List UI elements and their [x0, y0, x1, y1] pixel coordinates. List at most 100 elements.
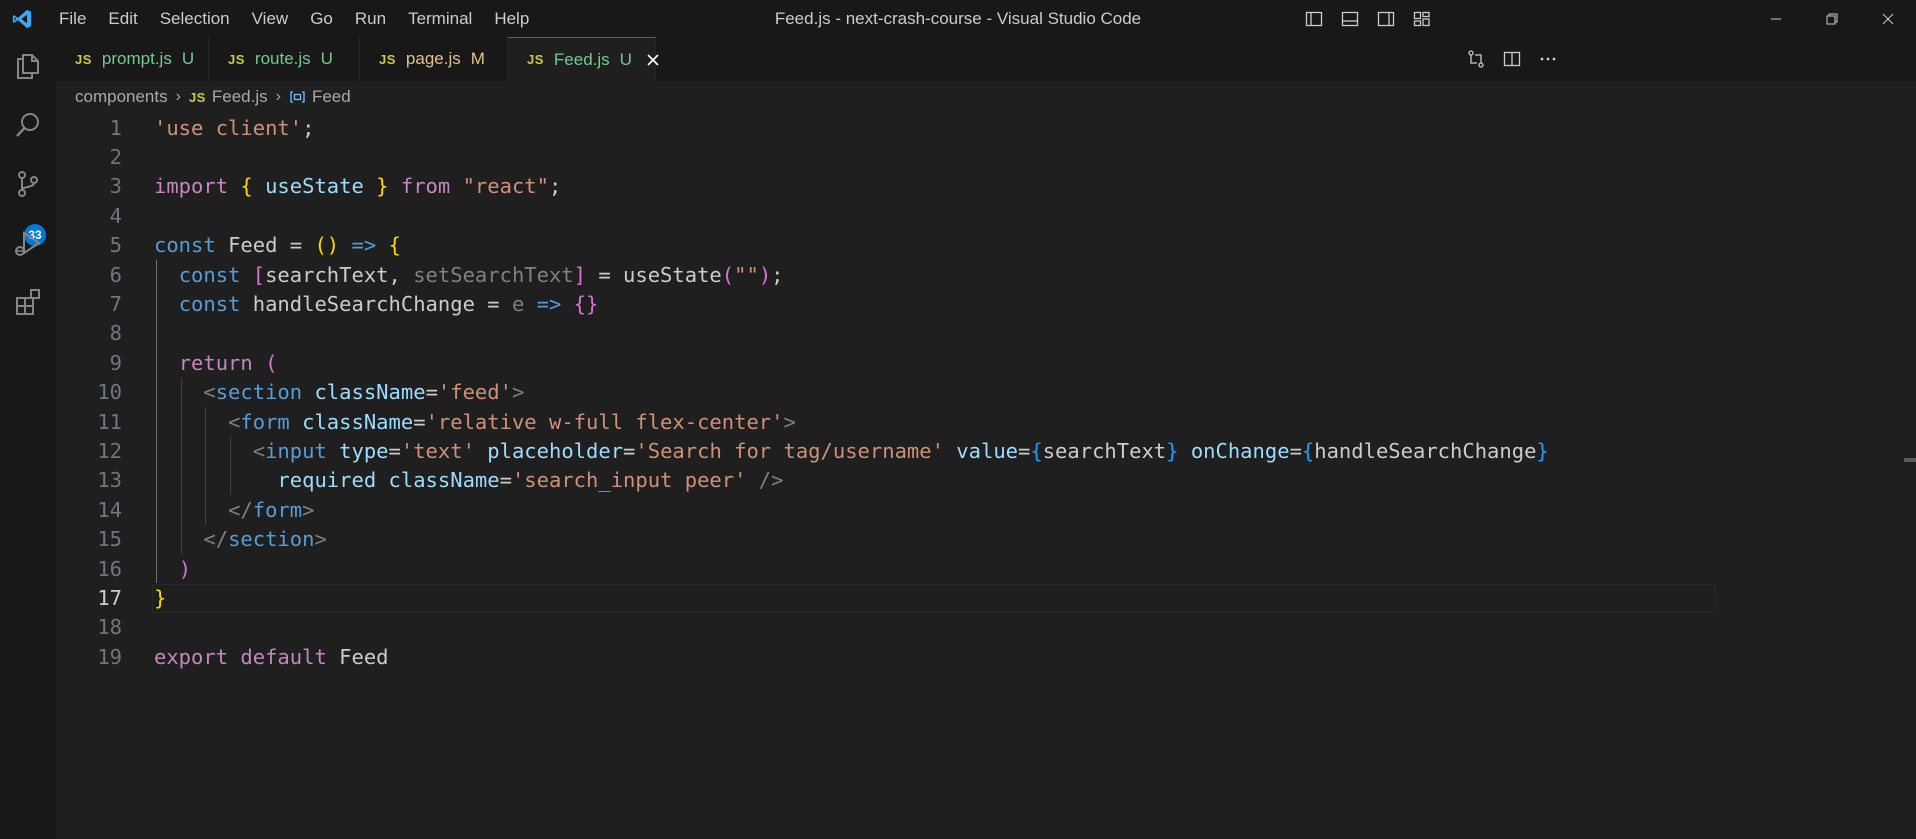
- toggle-secondary-sidebar-icon[interactable]: [1368, 0, 1404, 37]
- code-text: }: [154, 586, 166, 610]
- close-tab-icon[interactable]: [646, 52, 660, 68]
- menu-selection[interactable]: Selection: [149, 0, 241, 37]
- toggle-primary-sidebar-icon[interactable]: [1296, 0, 1332, 37]
- code-line[interactable]: 17}: [56, 583, 1916, 612]
- line-number: 14: [97, 497, 122, 522]
- code-token: "": [734, 262, 759, 287]
- code-line[interactable]: 12 <input type='text' placeholder='Searc…: [56, 436, 1916, 465]
- code-text: const Feed = () => {: [154, 233, 401, 257]
- code-token: (: [721, 262, 735, 287]
- code-line[interactable]: 18: [56, 613, 1916, 642]
- code-editor[interactable]: 1 'use client'; 2 3 import { useState } from…: [56, 113, 1916, 839]
- indent-guide: [156, 260, 157, 584]
- code-line[interactable]: 11 <form className='relative w-full flex…: [56, 407, 1916, 436]
- tab-route-js[interactable]: JS route.js U: [209, 37, 360, 81]
- code-token: return: [178, 350, 253, 375]
- code-line[interactable]: 4: [56, 201, 1916, 230]
- code-line[interactable]: 15 </section>: [56, 525, 1916, 554]
- code-text: import { useState } from "react";: [154, 174, 561, 198]
- split-editor-icon[interactable]: [1494, 41, 1530, 78]
- menu-go[interactable]: Go: [299, 0, 344, 37]
- code-token: searchText: [265, 262, 389, 287]
- code-token: </: [228, 497, 253, 522]
- code-token: }: [376, 174, 389, 199]
- toggle-panel-icon[interactable]: [1332, 0, 1368, 37]
- code-line[interactable]: 5 const Feed = () => {: [56, 231, 1916, 260]
- code-token: const: [178, 292, 241, 317]
- tab-page-js[interactable]: JS page.js M: [360, 37, 508, 81]
- indent-guide: [230, 436, 232, 496]
- code-text: ): [154, 557, 191, 581]
- close-window-button[interactable]: [1860, 0, 1916, 37]
- code-token: className: [388, 468, 500, 493]
- menu-view[interactable]: View: [241, 0, 300, 37]
- line-number: 7: [109, 292, 122, 317]
- code-token: {: [1030, 439, 1043, 464]
- minimize-button[interactable]: [1748, 0, 1804, 37]
- code-line[interactable]: 9 return (: [56, 348, 1916, 377]
- line-number: 17: [97, 586, 122, 611]
- code-line[interactable]: 8: [56, 319, 1916, 348]
- js-file-icon: JS: [379, 51, 396, 67]
- extensions-icon[interactable]: [0, 274, 56, 330]
- code-token: onChange: [1190, 439, 1290, 464]
- code-line[interactable]: 2: [56, 142, 1916, 171]
- code-token: ;: [548, 174, 562, 199]
- code-text: 'use client';: [154, 116, 314, 140]
- symbol-variable-icon: [290, 91, 305, 103]
- menu-help[interactable]: Help: [483, 0, 540, 37]
- tab-prompt-js[interactable]: JS prompt.js U: [56, 37, 209, 81]
- menu-run[interactable]: Run: [344, 0, 397, 37]
- code-token: =: [277, 233, 315, 258]
- code-token: =: [499, 468, 512, 493]
- line-number: 18: [97, 615, 122, 640]
- run-and-debug-icon[interactable]: [0, 215, 56, 271]
- code-text: const [searchText, setSearchText] = useS…: [154, 263, 784, 287]
- line-number: 1: [109, 115, 122, 140]
- breadcrumb-folder[interactable]: components: [75, 87, 168, 107]
- code-token: import: [154, 174, 229, 199]
- code-token: }: [154, 586, 167, 611]
- breadcrumb-file[interactable]: Feed.js: [212, 87, 268, 107]
- code-token: Feed: [228, 233, 278, 258]
- menu-file[interactable]: File: [48, 0, 97, 37]
- search-icon[interactable]: [0, 97, 56, 153]
- code-token: >: [302, 497, 315, 522]
- more-actions-icon[interactable]: [1530, 41, 1566, 78]
- tab-label: prompt.js: [101, 49, 172, 68]
- code-line[interactable]: 1 'use client';: [56, 113, 1916, 142]
- menu-terminal[interactable]: Terminal: [397, 0, 483, 37]
- tab-feed-js[interactable]: JS Feed.js U: [508, 37, 659, 81]
- line-number: 10: [97, 380, 122, 405]
- editor-scrollbar[interactable]: [1904, 113, 1916, 839]
- code-token: ): [178, 556, 192, 581]
- breadcrumb: components › JS Feed.js › Feed: [56, 81, 1916, 113]
- restore-button[interactable]: [1804, 0, 1860, 37]
- explorer-icon[interactable]: [0, 37, 56, 93]
- code-line[interactable]: 19 export default Feed: [56, 642, 1916, 671]
- code-line[interactable]: 13 required className='search_input peer…: [56, 466, 1916, 495]
- code-token: useState: [252, 174, 377, 199]
- code-line[interactable]: 3 import { useState } from "react";: [56, 172, 1916, 201]
- source-control-icon[interactable]: [0, 156, 56, 212]
- code-line[interactable]: 7 const handleSearchChange = e => {}: [56, 289, 1916, 318]
- code-line[interactable]: 6 const [searchText, setSearchText] = us…: [56, 260, 1916, 289]
- customize-layout-icon[interactable]: [1404, 0, 1440, 37]
- code-token: />: [758, 468, 784, 493]
- open-changes-icon[interactable]: [1458, 41, 1494, 78]
- editor-tab-bar: JS prompt.js U JS route.js U JS page.js …: [56, 37, 1916, 81]
- code-token: =>: [536, 292, 562, 317]
- code-token: =: [388, 439, 401, 464]
- code-line[interactable]: 16 ): [56, 554, 1916, 583]
- code-line[interactable]: 10 <section className='feed'>: [56, 378, 1916, 407]
- code-token: 'feed': [437, 380, 512, 405]
- menu-edit[interactable]: Edit: [97, 0, 148, 37]
- code-token: <: [203, 380, 216, 405]
- breadcrumb-symbol[interactable]: Feed: [312, 87, 351, 107]
- code-line[interactable]: 14 </form>: [56, 495, 1916, 524]
- line-number: 8: [109, 321, 122, 346]
- code-token: section: [228, 527, 315, 552]
- code-token: from: [400, 174, 451, 199]
